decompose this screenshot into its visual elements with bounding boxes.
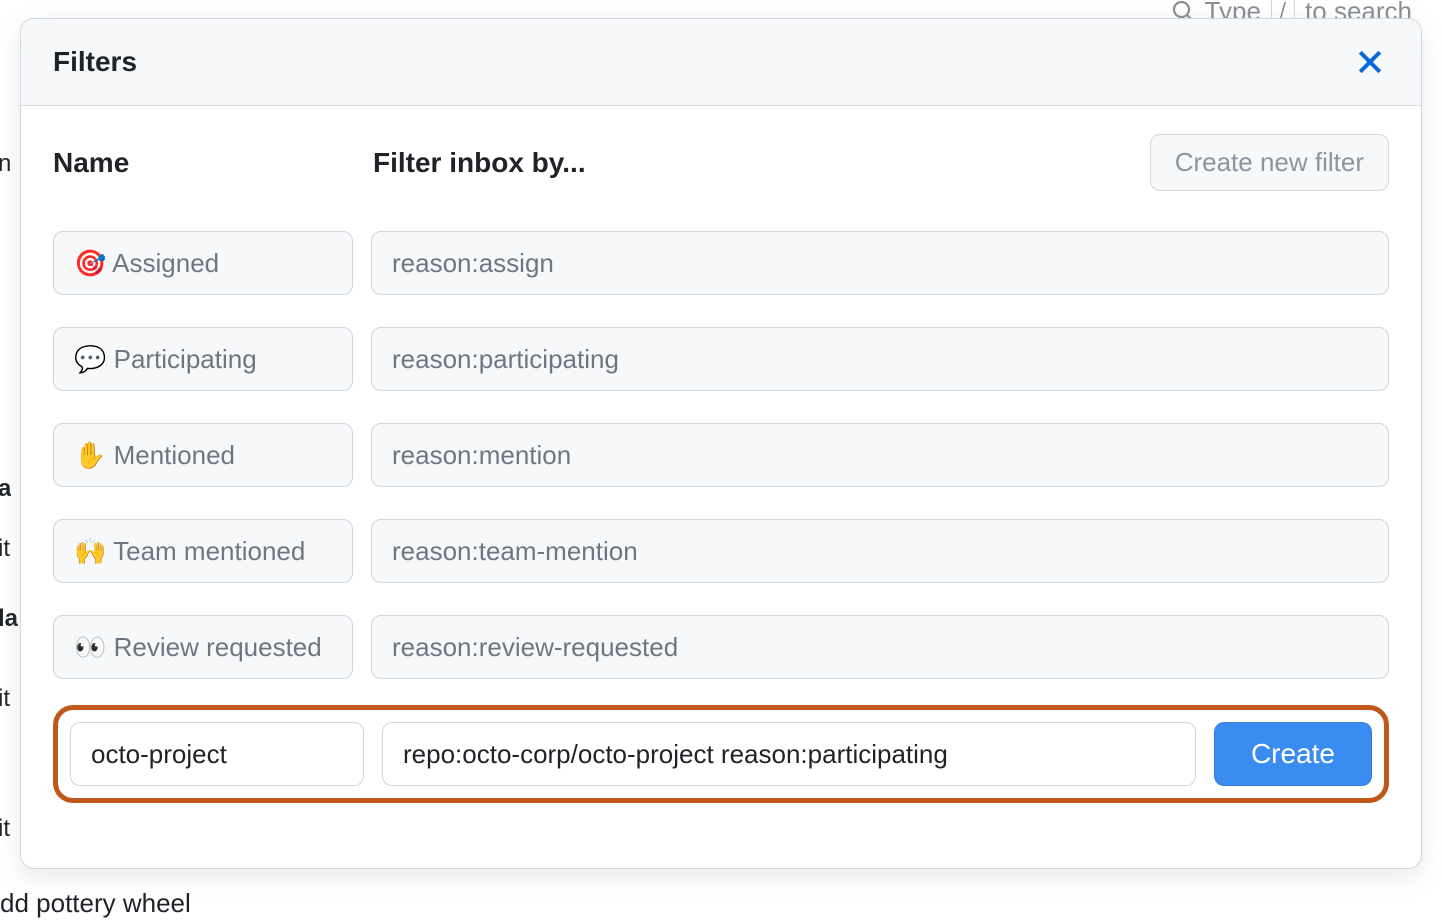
filter-query-input[interactable] [371,423,1389,487]
new-filter-row: Create [53,705,1389,803]
modal-title: Filters [53,46,137,78]
filter-query-input[interactable] [371,519,1389,583]
filter-row [53,327,1389,391]
close-button[interactable] [1351,43,1389,81]
bg-text: it [0,815,10,843]
filter-query-input[interactable] [371,327,1389,391]
filter-row [53,519,1389,583]
modal-body: Name Filter inbox by... Create new filte… [21,106,1421,868]
filter-row [53,423,1389,487]
filter-row [53,231,1389,295]
filter-query-input[interactable] [371,615,1389,679]
close-icon [1357,49,1383,75]
bg-text: la [0,605,18,633]
filter-name-input[interactable] [53,519,353,583]
bg-text: it [0,535,10,563]
bg-text: it [0,685,10,713]
filter-row [53,615,1389,679]
filter-column-header: Filter inbox by... [373,147,1150,179]
bg-text: n [0,150,11,178]
filter-name-input[interactable] [53,423,353,487]
filter-name-input[interactable] [53,327,353,391]
create-button[interactable]: Create [1214,722,1372,786]
bg-bottom-text: dd pottery wheel [0,888,191,919]
filter-query-input[interactable] [371,231,1389,295]
filter-name-input[interactable] [53,231,353,295]
bg-text: a [0,475,11,503]
modal-header: Filters [21,19,1421,106]
filters-modal: Filters Name Filter inbox by... Create n… [20,18,1422,869]
columns-header: Name Filter inbox by... Create new filte… [53,134,1389,191]
new-filter-query-input[interactable] [382,722,1196,786]
new-filter-name-input[interactable] [70,722,364,786]
filter-name-input[interactable] [53,615,353,679]
name-column-header: Name [53,147,373,179]
create-new-filter-button[interactable]: Create new filter [1150,134,1389,191]
